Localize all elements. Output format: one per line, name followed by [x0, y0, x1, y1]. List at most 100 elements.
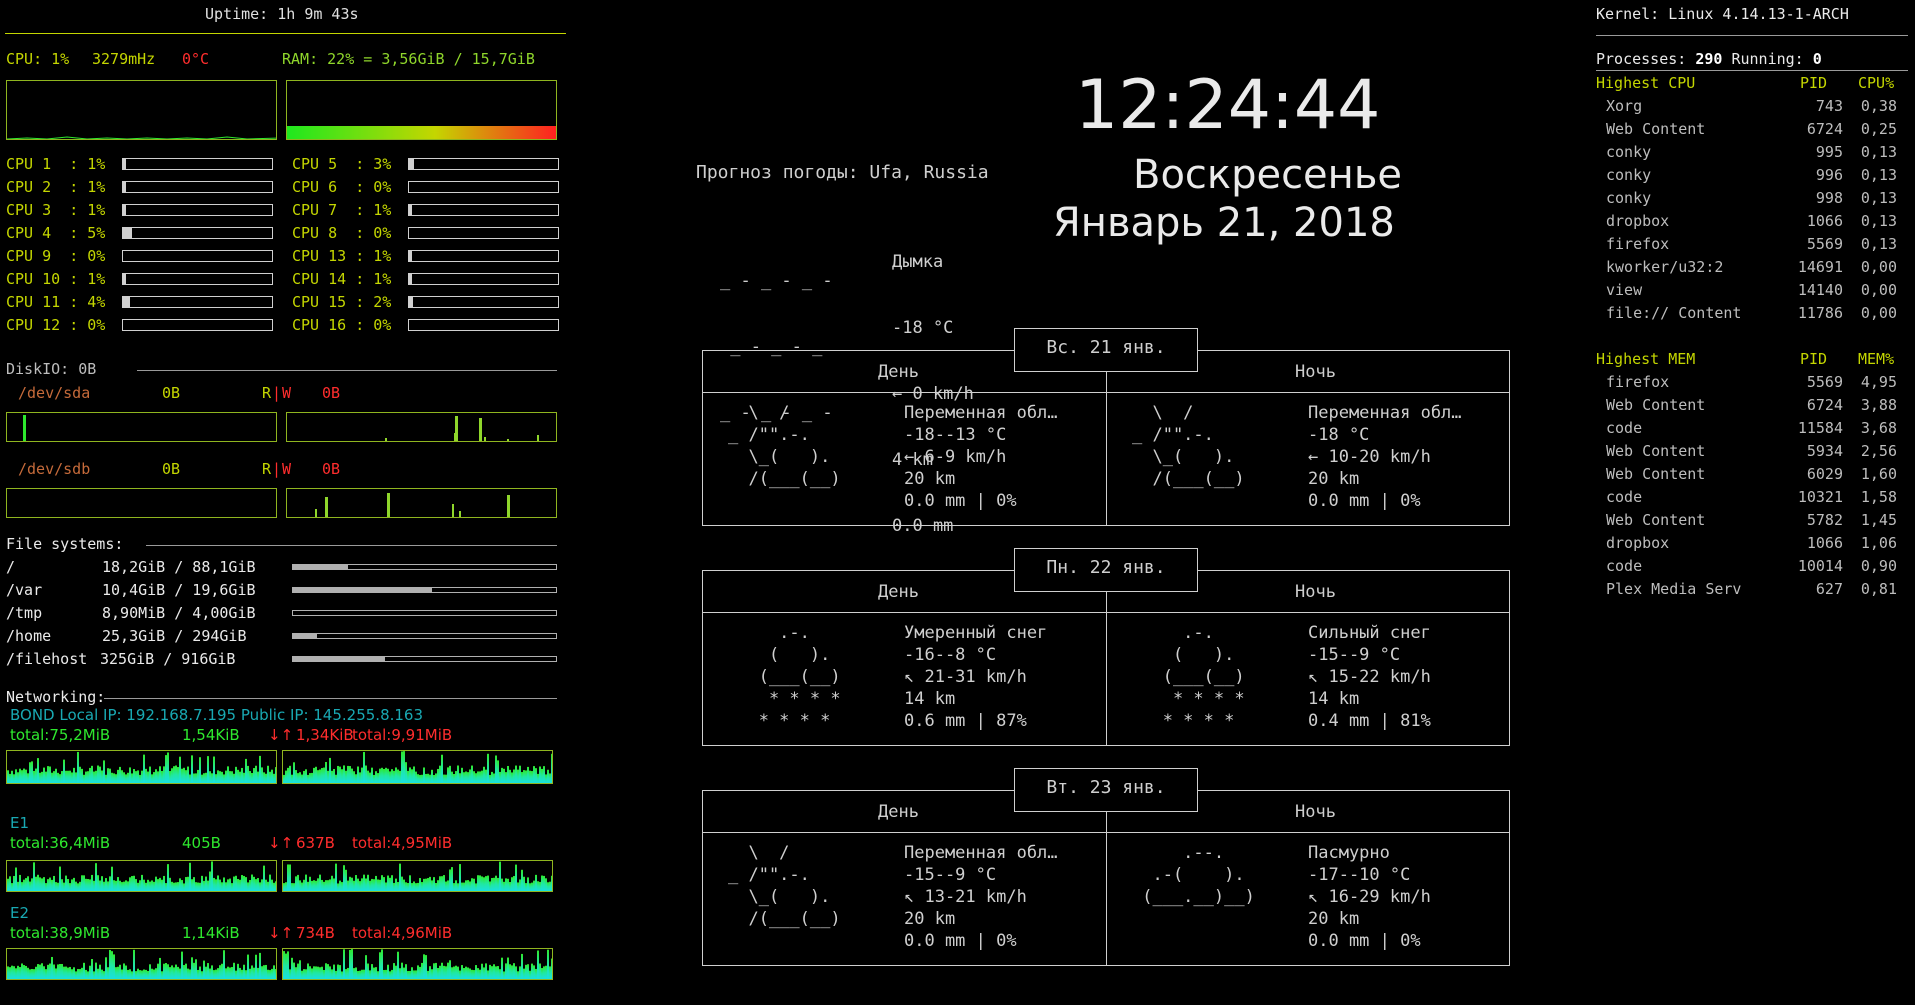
fs-mount: / — [6, 558, 16, 576]
process-pid: 11584 — [1797, 419, 1843, 437]
e2-down-speed: 1,14KiB — [182, 924, 240, 942]
cpu-frequency: 3279mHz — [92, 50, 156, 68]
cpu-core-bar-fill — [123, 159, 126, 169]
process-value: 0,00 — [1860, 304, 1897, 322]
process-value: 3,68 — [1860, 419, 1897, 437]
cpu-core-bar — [408, 227, 559, 239]
process-pid: 996 — [1815, 166, 1843, 184]
process-value: 0,38 — [1860, 97, 1897, 115]
process-name: file:// Content — [1606, 304, 1742, 322]
process-value: 0,13 — [1860, 166, 1897, 184]
cpu-header-name: Highest CPU — [1596, 74, 1696, 92]
process-name: Web Content — [1606, 396, 1706, 414]
process-pid: 6724 — [1806, 396, 1843, 414]
forecast-day-art: \ / _ /"".-. \_( ). /(___(__) — [728, 843, 841, 929]
cpu-core-label: CPU 8 : 0% — [292, 224, 392, 242]
cpu-core-label: CPU 16 : 0% — [292, 316, 392, 334]
networking-title: Networking: — [6, 688, 106, 706]
fs-usage-bar — [292, 587, 557, 593]
cpu-core-label: CPU 13 : 1% — [292, 247, 392, 265]
process-value: 0,90 — [1860, 557, 1897, 575]
e1-total-down: total:36,4MiB — [10, 834, 111, 852]
process-pid: 10321 — [1797, 488, 1843, 506]
process-pid: 14691 — [1797, 258, 1843, 276]
fs-usage: 10,4GiB / 19,6GiB — [102, 581, 256, 599]
process-value: 0,00 — [1860, 281, 1897, 299]
cpu-core-bar — [122, 227, 273, 239]
cpu-temperature: 0°C — [182, 50, 210, 68]
cpu-core-label: CPU 10 : 1% — [6, 270, 106, 288]
bond-down-speed: 1,54KiB — [182, 726, 240, 744]
clock-weekday: Воскресенье — [1133, 152, 1403, 198]
e1-down-graph — [6, 860, 277, 892]
cpu-graph-line — [7, 136, 276, 139]
bond-total-down: total:75,2MiB — [10, 726, 111, 744]
process-name: view — [1606, 281, 1643, 299]
forecast-day-details: Переменная обл… -15--9 °C ↖ 13-21 km/h 20 k… — [904, 843, 1058, 951]
e2-arrows: ↓↑ — [268, 924, 294, 942]
sda-r-label: R — [262, 384, 272, 402]
forecast-night-label: Ночь — [1295, 362, 1336, 382]
forecast-night-details: Сильный снег -15--9 °C ↖ 15-22 km/h 14 km 0.… — [1308, 623, 1431, 731]
process-name: conky — [1606, 166, 1652, 184]
cpu-core-bar — [408, 273, 559, 285]
mem-header-value: MEM% — [1858, 350, 1895, 368]
sdb-name: /dev/sdb — [18, 460, 91, 478]
process-value: 0,13 — [1860, 235, 1897, 253]
process-pid: 5569 — [1806, 373, 1843, 391]
process-name: conky — [1606, 189, 1652, 207]
process-pid: 998 — [1815, 189, 1843, 207]
cpu-core-label: CPU 5 : 3% — [292, 155, 392, 173]
process-value: 3,88 — [1860, 396, 1897, 414]
process-name: Web Content — [1606, 442, 1706, 460]
ram-graph — [286, 80, 557, 140]
e1-name: E1 — [10, 814, 30, 832]
process-value: 4,95 — [1860, 373, 1897, 391]
cpu-core-bar-fill — [409, 274, 412, 284]
process-value: 0,13 — [1860, 143, 1897, 161]
cpu-header-value: CPU% — [1858, 74, 1895, 92]
forecast-night-art: \ / _ /"".-. \_( ). /(___(__) — [1132, 403, 1245, 489]
filesystems-title: File systems: — [6, 535, 124, 553]
bond-total-up: total:9,91MiB — [352, 726, 453, 744]
process-pid: 1066 — [1806, 212, 1843, 230]
process-name: kworker/u32:2 — [1606, 258, 1724, 276]
cpu-core-bar — [408, 204, 559, 216]
mem-header-pid: PID — [1800, 350, 1828, 368]
process-name: Plex Media Serv — [1606, 580, 1742, 598]
fs-usage: 25,3GiB / 294GiB — [102, 627, 247, 645]
process-value: 1,45 — [1860, 511, 1897, 529]
sda-w-label: W — [282, 384, 292, 402]
fs-mount: /tmp — [6, 604, 43, 622]
cpu-core-label: CPU 1 : 1% — [6, 155, 106, 173]
bond-info: BOND Local IP: 192.168.7.195 Public IP: … — [10, 706, 424, 724]
cpu-core-label: CPU 11 : 4% — [6, 293, 106, 311]
fs-usage: 18,2GiB / 88,1GiB — [102, 558, 256, 576]
cpu-core-bar — [408, 296, 559, 308]
e1-up-graph — [282, 860, 553, 892]
process-pid: 11786 — [1797, 304, 1843, 322]
diskio-title: DiskIO: 0B — [6, 360, 97, 378]
fs-usage-bar-fill — [293, 565, 349, 569]
process-name: conky — [1606, 143, 1652, 161]
uptime: Uptime: 1h 9m 43s — [205, 5, 359, 23]
cpu-core-bar-fill — [123, 228, 132, 238]
weather-title: Прогноз погоды: Ufa, Russia — [696, 162, 989, 183]
bond-up-graph — [282, 750, 553, 784]
fs-mount: /filehost — [6, 650, 88, 668]
divider — [137, 370, 557, 371]
process-name: Xorg — [1606, 97, 1643, 115]
cpu-header-pid: PID — [1800, 74, 1828, 92]
process-pid: 6724 — [1806, 120, 1843, 138]
process-pid: 1066 — [1806, 534, 1843, 552]
cpu-core-bar — [122, 296, 273, 308]
cpu-core-bar-fill — [409, 297, 413, 307]
cpu-core-bar-fill — [123, 297, 131, 307]
fs-mount: /var — [6, 581, 43, 599]
fs-mount: /home — [6, 627, 52, 645]
ram-usage: RAM: 22% = 3,56GiB / 15,7GiB — [282, 50, 535, 68]
forecast-night-art: .-. ( ). (___(__) * * * * * * * * — [1132, 623, 1245, 731]
forecast-night-label: Ночь — [1295, 582, 1336, 602]
cpu-core-label: CPU 9 : 0% — [6, 247, 106, 265]
process-value: 0,13 — [1860, 212, 1897, 230]
